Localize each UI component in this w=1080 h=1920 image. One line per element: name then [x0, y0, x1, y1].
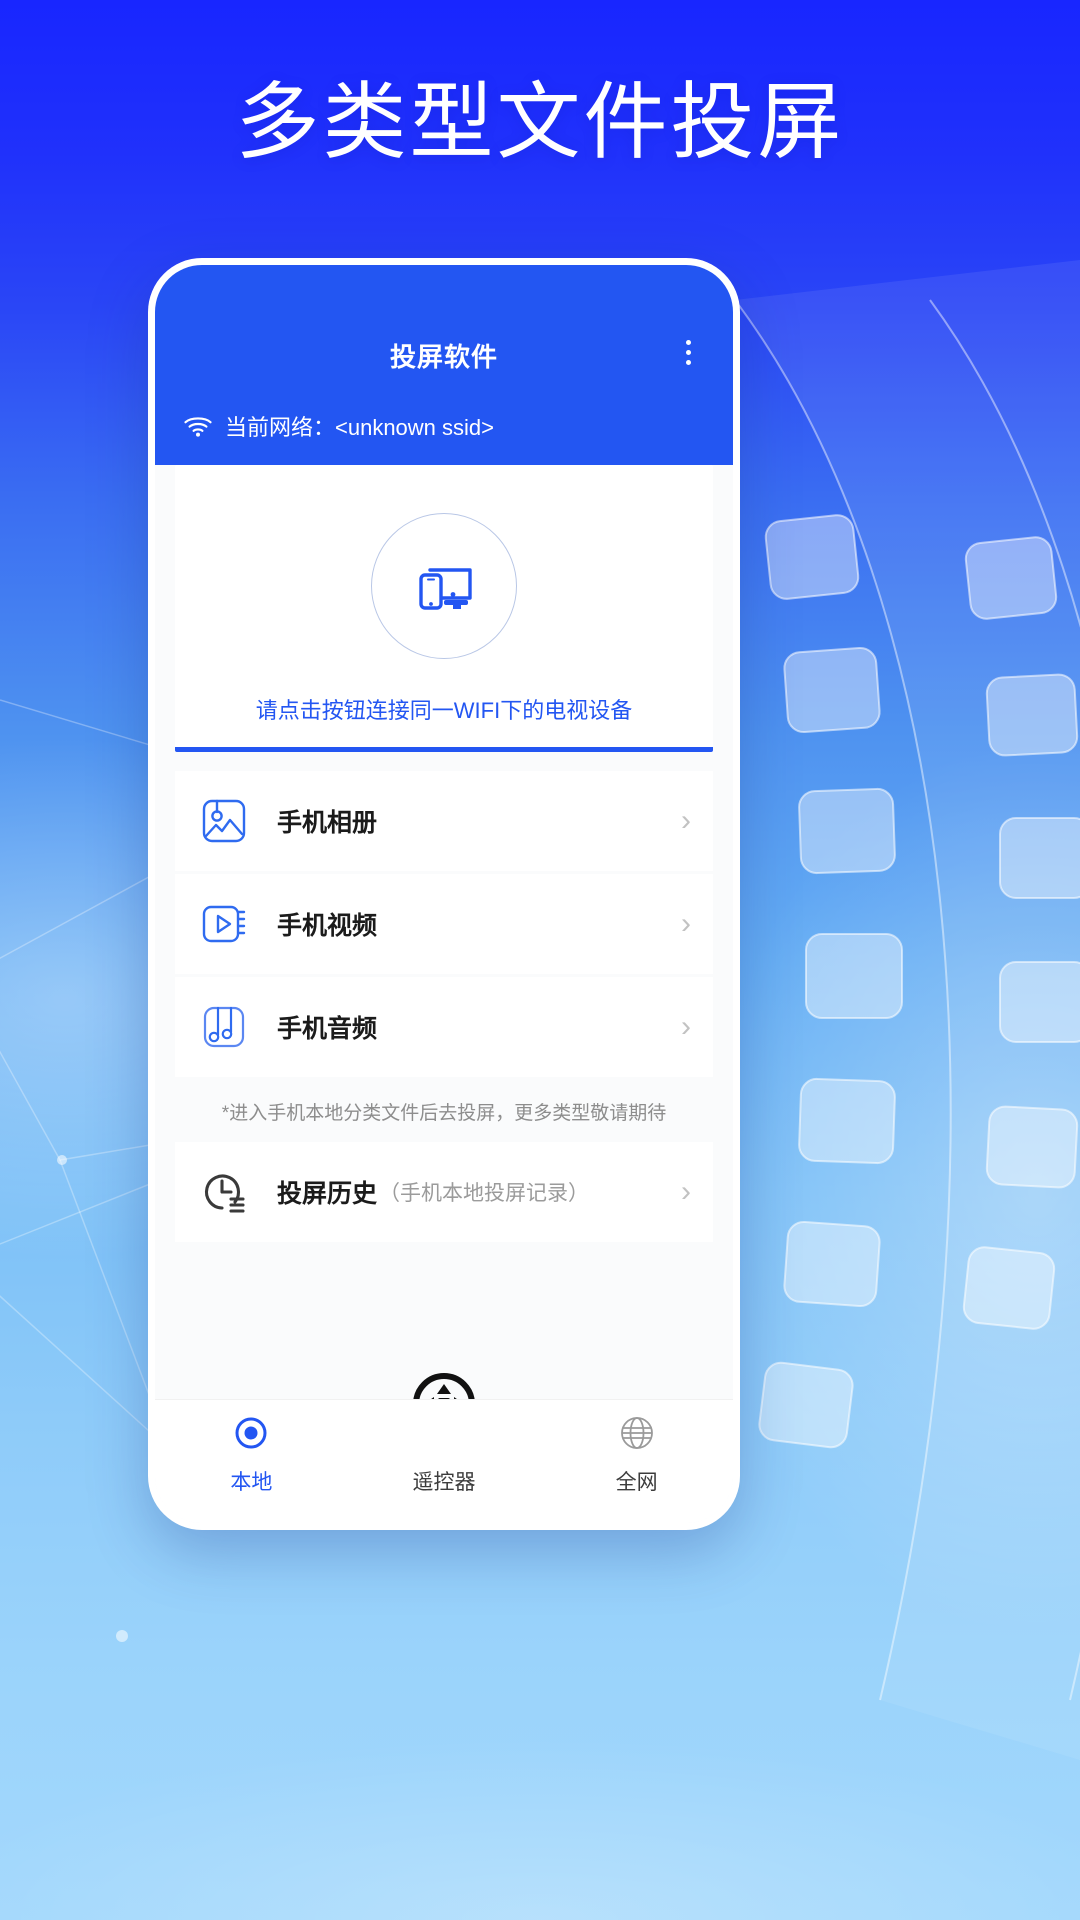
app-header: 投屏软件 当前网络：<unknown ssid>: [155, 265, 733, 465]
phone-mockup: 投屏软件 当前网络：<unknown ssid> 请点击按钮连接同一WIFI下的…: [148, 258, 740, 1530]
list-item-label: 手机音频: [277, 1015, 378, 1043]
cast-devices-icon: [419, 568, 472, 610]
chevron-right-icon: ›: [681, 1010, 691, 1043]
tab-label: 遥控器: [412, 1471, 476, 1494]
list-item[interactable]: 手机相册 ›: [175, 771, 713, 871]
chevron-right-icon: ›: [681, 907, 691, 940]
wifi-icon: [184, 417, 212, 437]
target-dot-icon: [228, 1410, 274, 1456]
video-play-icon: [202, 905, 246, 943]
tab-remote[interactable]: 遥控器: [348, 1410, 541, 1496]
app-title: 投屏软件: [389, 342, 498, 372]
list-item-label: 手机视频: [277, 912, 378, 940]
list-item[interactable]: 手机视频 ›: [175, 874, 713, 974]
list-item[interactable]: 手机音频 ›: [175, 977, 713, 1077]
list-item-label: 手机相册: [277, 809, 378, 837]
tab-label: 全网: [615, 1471, 658, 1494]
network-text: 当前网络：<unknown ssid>: [225, 415, 494, 440]
tab-local[interactable]: 本地: [155, 1410, 348, 1496]
photo-album-icon: [202, 799, 246, 843]
connect-card: 请点击按钮连接同一WIFI下的电视设备: [175, 465, 713, 752]
category-list: 手机相册 › 手机视频 › 手机音频 › *进入手机本地分类文件后去投屏，更多类…: [175, 771, 713, 1245]
dpad-remote-icon-spacer: [421, 1410, 467, 1456]
network-status: 当前网络：<unknown ssid>: [183, 410, 494, 442]
history-sublabel: （手机本地投屏记录）: [379, 1182, 590, 1205]
globe-icon: [614, 1410, 660, 1456]
clock-history-icon: [205, 1174, 245, 1213]
bottom-navigation: 本地 遥控器 全网: [155, 1399, 733, 1523]
chevron-right-icon: ›: [681, 1175, 691, 1208]
kebab-menu-icon[interactable]: [673, 335, 703, 369]
footnote: *进入手机本地分类文件后去投屏，更多类型敬请期待: [221, 1102, 667, 1124]
tab-label: 本地: [230, 1471, 273, 1494]
tab-network[interactable]: 全网: [540, 1410, 733, 1496]
music-note-icon: [203, 1006, 245, 1048]
connect-hint: 请点击按钮连接同一WIFI下的电视设备: [255, 698, 633, 723]
history-row[interactable]: 投屏历史 （手机本地投屏记录） ›: [175, 1142, 713, 1242]
connect-button[interactable]: [371, 513, 517, 659]
chevron-right-icon: ›: [681, 804, 691, 837]
history-label: 投屏历史: [277, 1180, 378, 1208]
page-title: 多类型文件投屏: [235, 75, 845, 169]
